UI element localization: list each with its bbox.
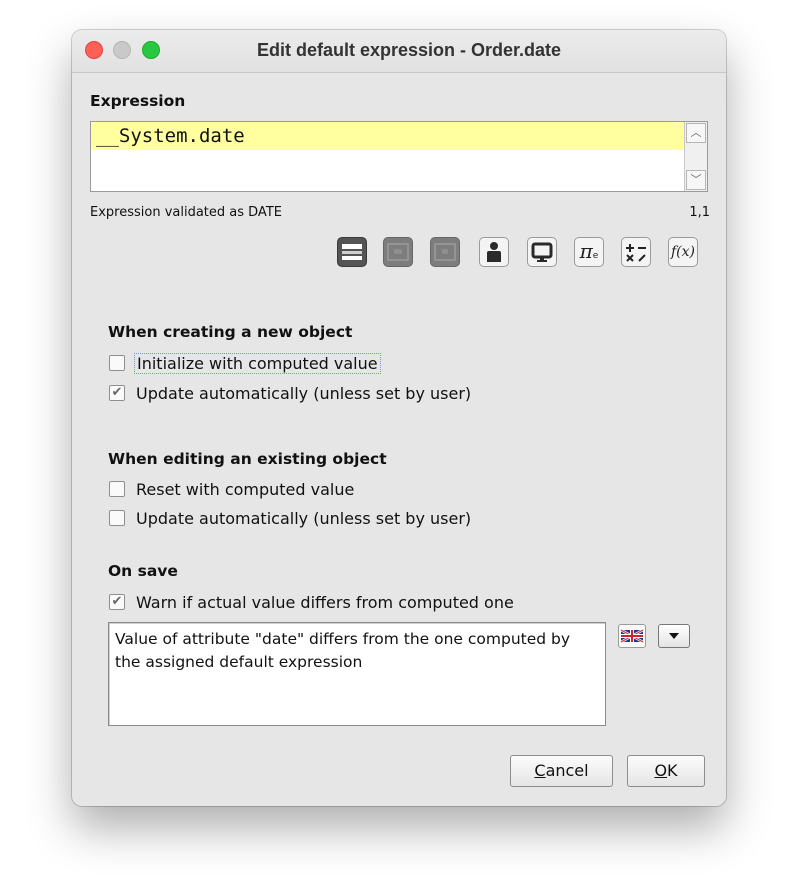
initialize-checkbox[interactable]: [109, 355, 125, 371]
chevron-down-icon: [669, 633, 679, 639]
expression-editor[interactable]: __System.date ︿ ﹀: [90, 121, 708, 192]
warning-message-field[interactable]: Value of attribute "date" differs from t…: [108, 622, 606, 726]
language-flag-button[interactable]: [618, 624, 646, 648]
reset-checkbox[interactable]: [109, 481, 125, 497]
operators-icon[interactable]: [621, 237, 651, 267]
expression-section-label: Expression: [90, 92, 186, 110]
on-save-heading: On save: [108, 562, 178, 580]
reset-label: Reset with computed value: [136, 480, 355, 499]
edit-update-checkbox[interactable]: [109, 510, 125, 526]
initialize-label: Initialize with computed value: [134, 353, 381, 374]
on-create-heading: When creating a new object: [108, 323, 353, 341]
language-dropdown-button[interactable]: [658, 624, 690, 648]
dialog-window: Edit default expression - Order.date Exp…: [72, 30, 726, 806]
monitor-icon[interactable]: [527, 237, 557, 267]
warn-label: Warn if actual value differs from comput…: [136, 593, 514, 612]
warn-checkbox[interactable]: ✔: [109, 594, 125, 610]
pi-constant-icon[interactable]: πe: [574, 237, 604, 267]
table-icon[interactable]: [383, 237, 413, 267]
create-update-checkbox[interactable]: ✔: [109, 385, 125, 401]
layout-icon[interactable]: [337, 237, 367, 267]
expression-scrollbar[interactable]: ︿ ﹀: [684, 122, 707, 191]
cursor-position: 1,1: [689, 205, 710, 220]
user-icon[interactable]: [479, 237, 509, 267]
scroll-down-icon[interactable]: ﹀: [686, 170, 706, 190]
cancel-button[interactable]: Cancel: [510, 755, 613, 787]
scroll-up-icon[interactable]: ︿: [686, 123, 706, 143]
on-edit-heading: When editing an existing object: [108, 450, 387, 468]
function-icon[interactable]: f(x): [668, 237, 698, 267]
title-bar: Edit default expression - Order.date: [72, 30, 726, 73]
create-update-label: Update automatically (unless set by user…: [136, 384, 472, 403]
validation-status: Expression validated as DATE: [90, 205, 282, 220]
edit-update-label: Update automatically (unless set by user…: [136, 509, 472, 528]
expression-text[interactable]: __System.date: [91, 122, 684, 150]
uk-flag-icon: [620, 628, 644, 644]
schema-icon[interactable]: [430, 237, 460, 267]
window-title: Edit default expression - Order.date: [256, 40, 562, 60]
ok-button[interactable]: OK: [627, 755, 705, 787]
